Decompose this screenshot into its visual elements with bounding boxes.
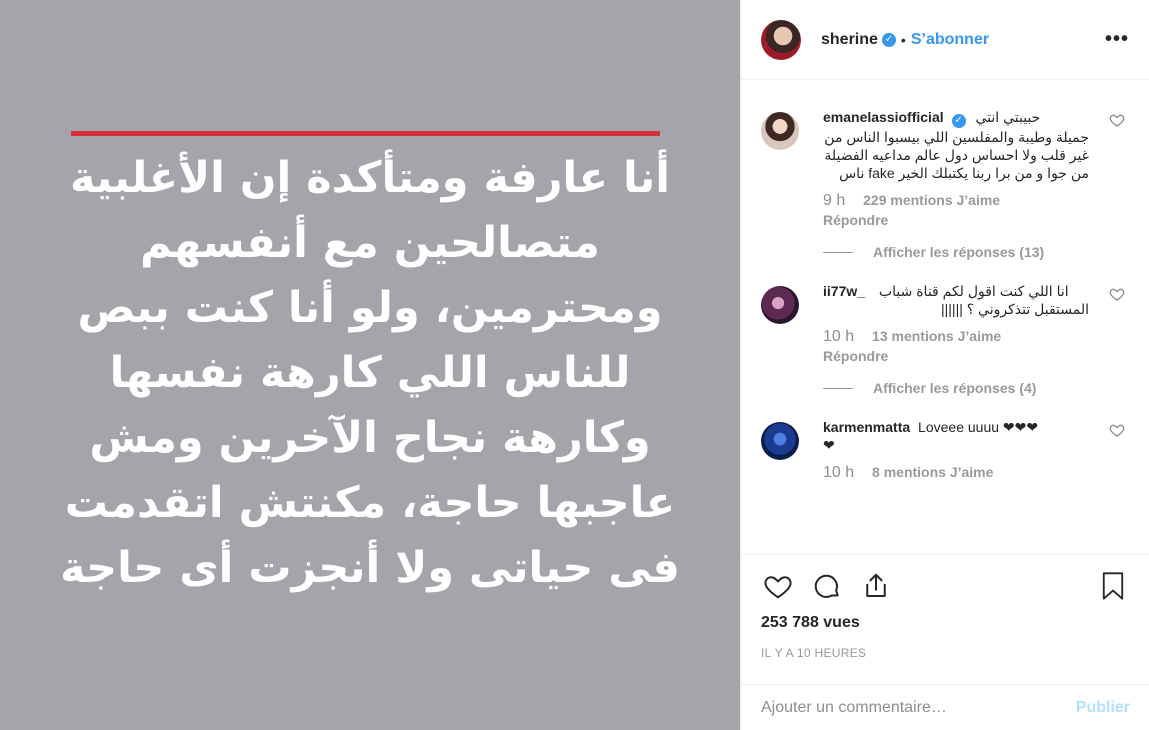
comment-meta: 9 h 229 mentions J’aime xyxy=(823,192,1089,210)
post-image[interactable]: أنا عارفة ومتأكدة إن الأغلبية متصالحين م… xyxy=(0,0,740,730)
like-heart-icon[interactable] xyxy=(761,569,795,603)
quote-line: عاجبها حاجة، مكنتش اتقدمت xyxy=(64,478,676,528)
comment-line: ❤ xyxy=(823,437,835,453)
author-avatar[interactable] xyxy=(761,19,801,60)
quote-line: للناس اللي كارهة نفسها xyxy=(109,348,631,398)
commenter-avatar[interactable] xyxy=(761,422,799,460)
verified-badge-icon: ✓ xyxy=(951,114,966,128)
comment-item: emanelassiofficial ✓ حبيبتي انتي جميلة وط… xyxy=(761,108,1129,260)
separator-dot: • xyxy=(900,31,906,48)
show-replies-label: Afficher les réponses (4) xyxy=(873,380,1037,396)
commenter-avatar[interactable] xyxy=(761,286,799,324)
share-upload-icon[interactable] xyxy=(859,569,893,603)
reply-button[interactable]: Répondre xyxy=(823,348,1089,364)
more-options-icon[interactable]: ••• xyxy=(1105,28,1129,51)
comment-line: المستقبل تتذكروني ؟ |||||| xyxy=(941,301,1089,317)
commenter-username[interactable]: ii77w_ xyxy=(823,283,865,299)
comment-line: Loveee uuuu ❤❤❤ xyxy=(918,419,1039,435)
comment-text: karmenmatta Loveee uuuu ❤❤❤ ❤ xyxy=(823,418,1089,454)
comments-list[interactable]: emanelassiofficial ✓ حبيبتي انتي جميلة وط… xyxy=(741,80,1149,554)
author-username[interactable]: sherine xyxy=(821,31,878,49)
comment-like-heart-icon[interactable] xyxy=(1109,422,1125,438)
post-header: sherine ✓ • S’abonner ••• xyxy=(741,0,1149,80)
comment-like-heart-icon[interactable] xyxy=(1109,286,1125,302)
bookmark-icon[interactable] xyxy=(1096,569,1130,603)
view-count[interactable]: 253 788 vues xyxy=(761,614,1130,632)
show-replies-button[interactable]: Afficher les réponses (13) xyxy=(823,244,1089,260)
red-divider-line xyxy=(71,131,660,136)
verified-badge-icon: ✓ xyxy=(881,32,896,47)
comment-line: حبيبتي انتي xyxy=(975,109,1041,125)
comment-meta: 10 h 8 mentions J’aime xyxy=(823,464,1089,482)
instagram-post-view: أنا عارفة ومتأكدة إن الأغلبية متصالحين م… xyxy=(0,0,1149,730)
comment-body: emanelassiofficial ✓ حبيبتي انتي جميلة وط… xyxy=(823,108,1089,260)
comment-like-heart-icon[interactable] xyxy=(1109,112,1125,128)
post-actions: 253 788 vues IL Y A 10 HEURES xyxy=(741,554,1149,660)
comment-likes[interactable]: 229 mentions J’aime xyxy=(863,192,1000,208)
comment-item: ii77w_ انا اللي كنت اقول لكم قناة شباب ا… xyxy=(761,282,1129,396)
action-icons-row xyxy=(761,555,1130,617)
quote-line: ومحترمين، ولو أنا كنت ببص xyxy=(77,283,663,333)
comment-line: انا اللي كنت اقول لكم قناة شباب xyxy=(878,283,1069,299)
commenter-avatar[interactable] xyxy=(761,112,799,150)
replies-line xyxy=(823,387,853,389)
post-side-panel: sherine ✓ • S’abonner ••• emanelassioffi… xyxy=(740,0,1149,730)
quote-line: متصالحين مع أنفسهم xyxy=(140,218,600,268)
comment-likes[interactable]: 8 mentions J’aime xyxy=(872,464,993,480)
comment-line: غير قلب ولا احساس دول عالم مداعيه الفضيل… xyxy=(824,147,1089,163)
add-comment-bar: Publier xyxy=(741,684,1149,730)
comment-bubble-icon[interactable] xyxy=(810,569,844,603)
comment-item: karmenmatta Loveee uuuu ❤❤❤ ❤ 10 h 8 men… xyxy=(761,418,1129,482)
show-replies-label: Afficher les réponses (13) xyxy=(873,244,1045,260)
reply-button[interactable]: Répondre xyxy=(823,212,1089,228)
comment-likes[interactable]: 13 mentions J’aime xyxy=(872,328,1001,344)
quote-line: أنا عارفة ومتأكدة إن الأغلبية xyxy=(69,153,670,203)
replies-line xyxy=(823,251,853,253)
comment-body: ii77w_ انا اللي كنت اقول لكم قناة شباب ا… xyxy=(823,282,1089,396)
add-comment-input[interactable] xyxy=(761,698,1066,717)
comment-body: karmenmatta Loveee uuuu ❤❤❤ ❤ 10 h 8 men… xyxy=(823,418,1089,482)
comment-time[interactable]: 10 h xyxy=(823,328,854,345)
comment-text: emanelassiofficial ✓ حبيبتي انتي جميلة وط… xyxy=(823,108,1089,182)
publish-button[interactable]: Publier xyxy=(1076,699,1130,717)
quote-line: فى حياتى ولا أنجزت أى حاجة xyxy=(60,543,680,593)
follow-button[interactable]: S’abonner xyxy=(911,31,989,49)
post-timestamp[interactable]: IL Y A 10 HEURES xyxy=(761,646,1130,660)
show-replies-button[interactable]: Afficher les réponses (4) xyxy=(823,380,1089,396)
comment-line: من جوا و من برا ربنا يكتبلك الخير fake ن… xyxy=(839,165,1089,181)
commenter-username[interactable]: karmenmatta xyxy=(823,419,910,435)
comment-line: جميلة وطيبة والمفلسين اللي بيسبوا الناس … xyxy=(824,129,1089,145)
comment-time[interactable]: 9 h xyxy=(823,192,845,209)
comment-meta: 10 h 13 mentions J’aime xyxy=(823,328,1089,346)
quote-line: وكارهة نجاح الآخرين ومش xyxy=(89,413,651,463)
comment-text: ii77w_ انا اللي كنت اقول لكم قناة شباب ا… xyxy=(823,282,1089,318)
comment-time[interactable]: 10 h xyxy=(823,464,854,481)
commenter-username[interactable]: emanelassiofficial xyxy=(823,109,944,125)
quote-text: أنا عارفة ومتأكدة إن الأغلبية متصالحين م… xyxy=(40,146,700,601)
